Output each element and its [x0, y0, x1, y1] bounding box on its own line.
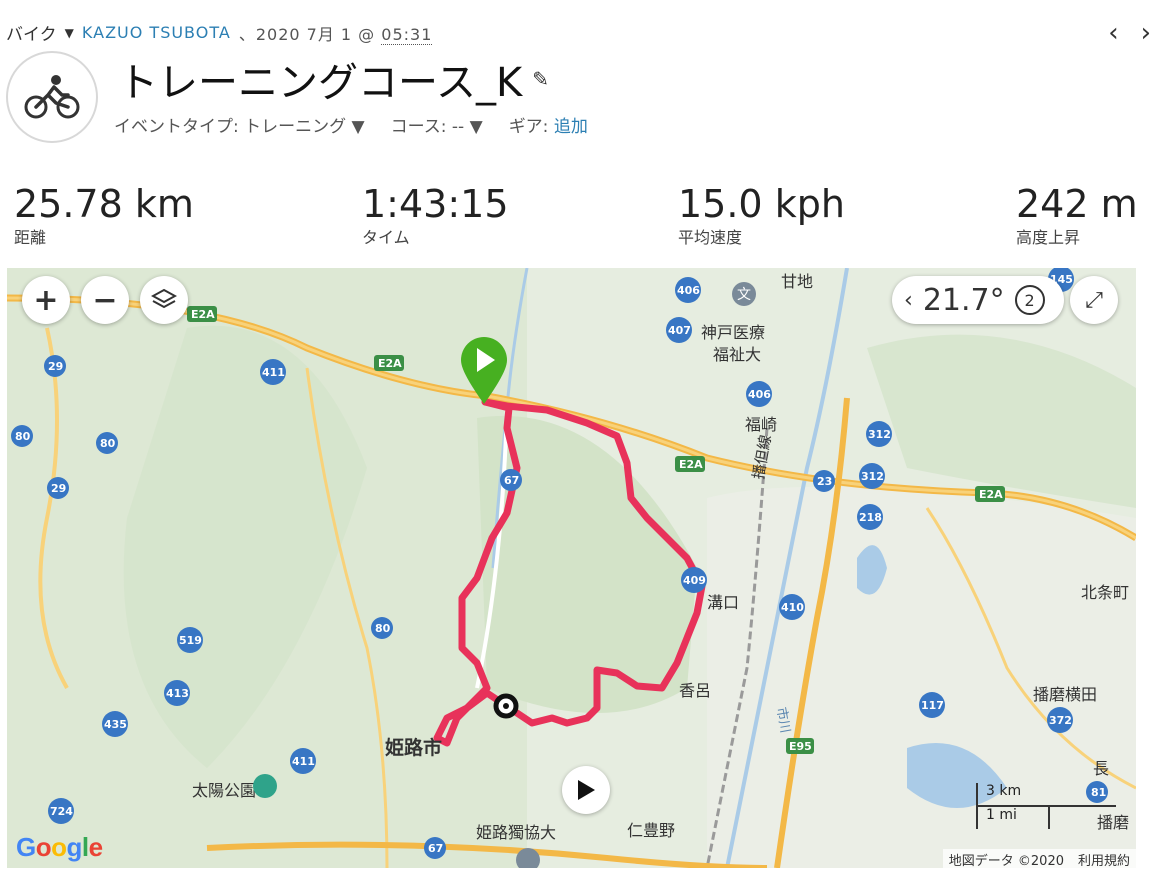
stat-value: 25.78 km — [14, 182, 194, 226]
place-label: 甘地 — [781, 272, 813, 291]
caret-down-icon[interactable]: ▼ — [65, 26, 74, 40]
place-label: 福崎 — [745, 415, 777, 434]
user-link[interactable]: KAZUO TSUBOTA — [82, 23, 231, 42]
road-shield: 435 — [104, 718, 127, 731]
place-label: 溝口 — [707, 593, 739, 612]
road-shield: 406 — [748, 388, 771, 401]
map-attribution: 地図データ ©2020 利用規約 — [942, 849, 1136, 870]
road-shield: E2A — [979, 488, 1003, 501]
road-shield: 29 — [51, 482, 66, 495]
layers-icon — [151, 288, 177, 309]
rotate-icon[interactable]: 2 — [1014, 285, 1045, 315]
stat-avg-speed: 15.0 kph 平均速度 — [678, 182, 845, 248]
activity-title: トレーニングコース_K ✎ — [118, 50, 549, 108]
map-data-credit: 地図データ ©2020 — [948, 854, 1064, 869]
road-shield: 218 — [859, 511, 882, 524]
road-shield: 312 — [868, 428, 891, 441]
map-rotation-control[interactable]: ‹ 21.7° 2 — [892, 276, 1064, 324]
road-shield: E2A — [679, 458, 703, 471]
road-shield: 411 — [292, 755, 315, 768]
road-shield: 23 — [817, 475, 832, 488]
map-scale: 3 km 1 mi — [976, 783, 1116, 829]
road-shield: E2A — [378, 357, 402, 370]
chevron-left-icon[interactable]: ‹ — [1108, 20, 1118, 46]
zoom-out-button[interactable]: − — [81, 276, 129, 324]
activity-type[interactable]: バイク — [6, 20, 57, 45]
scale-km: 3 km — [976, 783, 1116, 807]
event-type[interactable]: イベントタイプ: トレーニング ▼ — [114, 112, 365, 137]
pencil-icon[interactable]: ✎ — [532, 67, 549, 91]
stat-value: 242 m — [1016, 182, 1138, 226]
rotation-value: 21.7° — [922, 282, 1005, 318]
place-label: 福祉大 — [713, 345, 761, 364]
road-shield: 29 — [48, 360, 63, 373]
road-shield: 407 — [668, 324, 691, 337]
add-gear-link[interactable]: 追加 — [554, 117, 588, 137]
gear: ギア: 追加 — [508, 117, 588, 137]
course-select[interactable]: コース: -- ▼ — [391, 112, 483, 137]
park-icon — [253, 774, 277, 798]
road-shield: 372 — [1049, 714, 1072, 727]
zoom-in-button[interactable]: + — [22, 276, 70, 324]
stat-label: 平均速度 — [678, 228, 743, 247]
road-shield: 406 — [677, 284, 700, 297]
stat-label: 高度上昇 — [1016, 228, 1081, 247]
activity-meta: イベントタイプ: トレーニング ▼ コース: -- ▼ ギア: 追加 — [114, 112, 588, 137]
play-icon — [578, 780, 595, 800]
road-shield: E95 — [789, 740, 812, 753]
road-shield: 117 — [921, 699, 944, 712]
place-label: 姫路獨協大 — [476, 823, 556, 842]
stat-value: 15.0 kph — [678, 182, 845, 226]
road-shield: 409 — [683, 574, 706, 587]
activity-breadcrumb: バイク ▼ KAZUO TSUBOTA 、2020 7月 1 @ 05:31 — [6, 20, 433, 45]
stat-label: タイム — [362, 228, 410, 247]
bicycle-icon — [6, 51, 98, 143]
place-label: 香呂 — [679, 681, 711, 700]
road-shield: 67 — [428, 842, 443, 855]
activity-time[interactable]: 05:31 — [381, 24, 433, 45]
play-button[interactable] — [562, 766, 610, 814]
stat-label: 距離 — [14, 228, 47, 247]
stat-time: 1:43:15 タイム — [362, 182, 509, 248]
fullscreen-button[interactable]: ⤢ — [1070, 276, 1118, 324]
place-label: 太陽公園 — [192, 781, 256, 800]
road-shield: 312 — [861, 470, 884, 483]
place-label: 長 — [1093, 759, 1109, 778]
road-shield: 80 — [15, 430, 31, 443]
road-shield: 411 — [262, 366, 285, 379]
place-label: 姫路市 — [385, 736, 442, 759]
expand-icon: ⤢ — [1085, 287, 1103, 313]
place-label: 神戸医療 — [701, 323, 765, 342]
activity-nav: ‹ › — [1108, 20, 1151, 46]
caret-down-icon: ▼ — [351, 117, 365, 137]
scale-mi: 1 mi — [976, 807, 1050, 829]
road-shield: 519 — [179, 634, 202, 647]
chevron-left-icon[interactable]: ‹ — [904, 288, 913, 313]
place-label: 北条町 — [1081, 583, 1129, 602]
road-shield: 67 — [504, 474, 519, 487]
road-shield: 80 — [375, 622, 391, 635]
stat-distance: 25.78 km 距離 — [14, 182, 194, 248]
road-shield: 413 — [166, 687, 189, 700]
road-shield: E2A — [191, 308, 215, 321]
stat-value: 1:43:15 — [362, 182, 509, 226]
road-shield: 724 — [50, 805, 73, 818]
google-logo: Google — [16, 832, 103, 862]
layers-button[interactable] — [140, 276, 188, 324]
place-label: 仁豊野 — [627, 821, 675, 840]
terms-link[interactable]: 利用規約 — [1078, 850, 1130, 869]
stat-elevation-gain: 242 m 高度上昇 — [1016, 182, 1138, 248]
activity-date: 、2020 7月 1 @ 05:31 — [238, 24, 433, 45]
place-label: 播磨横田 — [1033, 685, 1097, 704]
chevron-right-icon[interactable]: › — [1141, 20, 1151, 46]
title-text[interactable]: トレーニングコース_K — [118, 50, 522, 108]
svg-text:文: 文 — [737, 287, 751, 303]
caret-down-icon: ▼ — [469, 117, 483, 137]
road-shield: 410 — [781, 601, 804, 614]
road-shield: 80 — [100, 437, 116, 450]
